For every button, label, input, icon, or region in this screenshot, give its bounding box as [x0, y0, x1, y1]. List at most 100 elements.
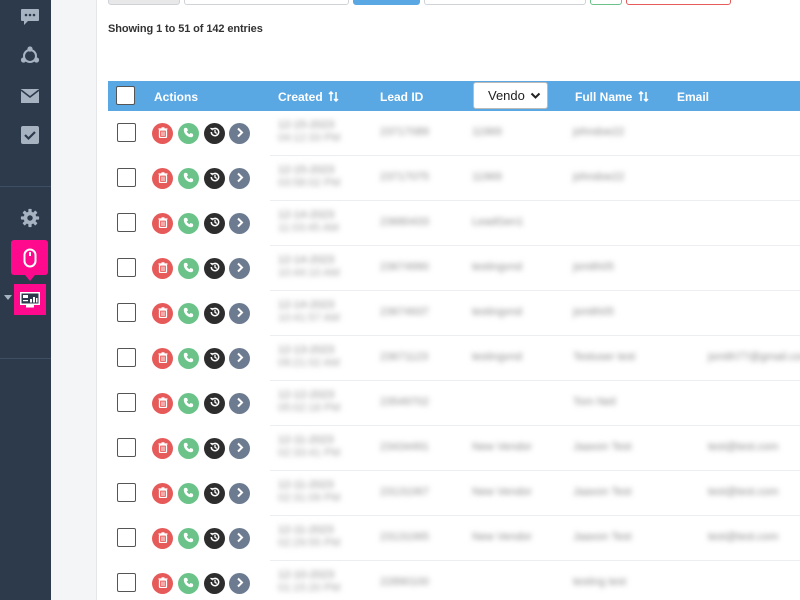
chevron-right-icon [235, 530, 245, 548]
table-header: Actions Created Lead ID Vendo Full Name … [108, 81, 800, 111]
lead-id[interactable]: 23680433 [380, 217, 429, 228]
open-lead-button[interactable] [229, 438, 250, 459]
row-checkbox[interactable] [117, 483, 136, 502]
created-date: 12-11-2023 [278, 524, 334, 536]
lead-id[interactable]: 23674937 [380, 307, 429, 318]
row-checkbox[interactable] [117, 528, 136, 547]
email: test@test.com [708, 486, 779, 498]
delete-button[interactable] [152, 393, 173, 414]
trash-icon [158, 170, 168, 188]
history-button[interactable] [204, 483, 225, 504]
gear-icon[interactable] [20, 208, 40, 228]
vendor-filter-select[interactable]: Vendo [473, 82, 548, 109]
toolbar-input[interactable] [424, 0, 586, 5]
open-lead-button[interactable] [229, 573, 250, 594]
lead-id[interactable]: 23131065 [380, 532, 429, 543]
created-time: 02:29:55 PM [278, 537, 341, 549]
created-date: 12-12-2023 [278, 389, 335, 401]
delete-button[interactable] [152, 348, 173, 369]
toolbar-button[interactable] [108, 0, 180, 5]
monitor-dashboard-icon[interactable] [14, 284, 46, 315]
toolbar-primary-button[interactable] [353, 0, 420, 5]
history-button[interactable] [204, 303, 225, 324]
lead-id[interactable]: 23674990 [380, 262, 429, 273]
call-button[interactable] [178, 393, 199, 414]
full-name: Testuser test [573, 351, 636, 363]
call-button[interactable] [178, 258, 199, 279]
call-button[interactable] [178, 168, 199, 189]
call-button[interactable] [178, 123, 199, 144]
open-lead-button[interactable] [229, 168, 250, 189]
row-checkbox[interactable] [117, 393, 136, 412]
lead-id[interactable]: 23434491 [380, 442, 429, 453]
row-checkbox[interactable] [117, 438, 136, 457]
row-checkbox[interactable] [117, 213, 136, 232]
open-lead-button[interactable] [229, 303, 250, 324]
delete-button[interactable] [152, 213, 173, 234]
history-button[interactable] [204, 573, 225, 594]
open-lead-button[interactable] [229, 348, 250, 369]
lead-id[interactable]: 23671123 [380, 352, 428, 363]
delete-button[interactable] [152, 168, 173, 189]
history-icon [209, 260, 221, 278]
toolbar-input[interactable] [184, 0, 349, 5]
delete-button[interactable] [152, 123, 173, 144]
checklist-icon[interactable] [20, 125, 40, 145]
history-icon [209, 530, 221, 548]
select-all-checkbox[interactable] [116, 86, 135, 105]
history-button[interactable] [204, 438, 225, 459]
call-button[interactable] [178, 213, 199, 234]
lead-id[interactable]: 23549702 [380, 397, 429, 408]
open-lead-button[interactable] [229, 393, 250, 414]
open-lead-button[interactable] [229, 258, 250, 279]
row-checkbox[interactable] [117, 348, 136, 367]
chevron-down-icon[interactable] [4, 295, 12, 300]
call-button[interactable] [178, 438, 199, 459]
vendor: 11969 [472, 126, 502, 138]
delete-button[interactable] [152, 258, 173, 279]
delete-button[interactable] [152, 573, 173, 594]
mouse-icon [11, 240, 48, 281]
row-checkbox[interactable] [117, 573, 136, 592]
history-button[interactable] [204, 123, 225, 144]
trash-icon [158, 530, 168, 548]
history-button[interactable] [204, 258, 225, 279]
row-checkbox[interactable] [117, 303, 136, 322]
toolbar-red-button[interactable] [626, 0, 731, 5]
call-button[interactable] [178, 528, 199, 549]
email: test@test.com [708, 441, 779, 453]
lead-id[interactable]: 22890100 [380, 577, 429, 588]
lead-id[interactable]: 23717075 [380, 172, 429, 183]
column-lead-id: Lead ID [380, 90, 424, 104]
history-button[interactable] [204, 393, 225, 414]
row-checkbox[interactable] [117, 258, 136, 277]
created-time: 02:31:09 PM [278, 492, 341, 504]
delete-button[interactable] [152, 438, 173, 459]
column-created[interactable]: Created [278, 90, 339, 104]
chat-icon[interactable] [20, 7, 40, 27]
history-button[interactable] [204, 213, 225, 234]
open-lead-button[interactable] [229, 483, 250, 504]
call-button[interactable] [178, 483, 199, 504]
lead-id[interactable]: 23131067 [380, 487, 429, 498]
call-button[interactable] [178, 348, 199, 369]
phone-icon [183, 215, 194, 233]
call-button[interactable] [178, 573, 199, 594]
mail-icon[interactable] [20, 86, 40, 106]
lead-id[interactable]: 23717089 [380, 127, 429, 138]
history-button[interactable] [204, 168, 225, 189]
open-lead-button[interactable] [229, 528, 250, 549]
column-full-name[interactable]: Full Name [575, 90, 649, 104]
toolbar-green-button[interactable] [590, 0, 622, 5]
delete-button[interactable] [152, 528, 173, 549]
row-checkbox[interactable] [117, 123, 136, 142]
delete-button[interactable] [152, 483, 173, 504]
history-button[interactable] [204, 528, 225, 549]
row-checkbox[interactable] [117, 168, 136, 187]
open-lead-button[interactable] [229, 213, 250, 234]
call-button[interactable] [178, 303, 199, 324]
open-lead-button[interactable] [229, 123, 250, 144]
history-button[interactable] [204, 348, 225, 369]
network-icon[interactable] [20, 46, 40, 66]
delete-button[interactable] [152, 303, 173, 324]
